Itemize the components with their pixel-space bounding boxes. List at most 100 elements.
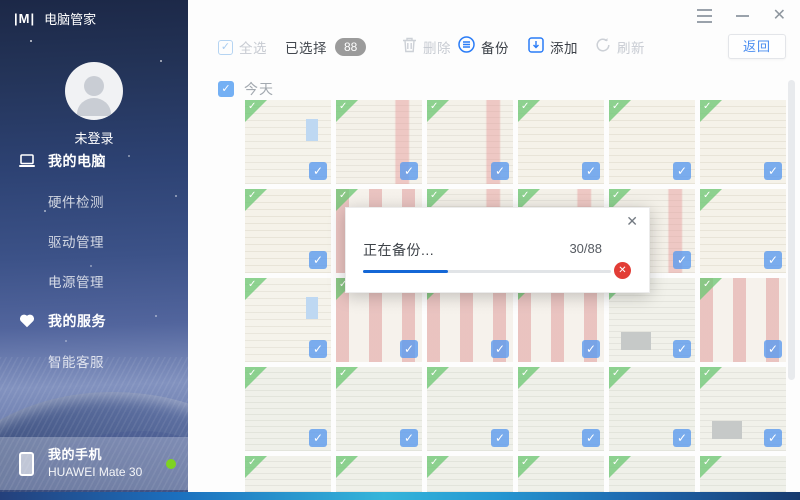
thumbnail-checkbox[interactable]: ✓ xyxy=(764,340,782,358)
sidebar-item-label: 驱动管理 xyxy=(48,235,104,250)
sidebar-item-label: 我的服务 xyxy=(48,313,106,329)
dialog-close-icon[interactable]: ✕ xyxy=(626,213,638,230)
thumbnail-checkbox[interactable]: ✓ xyxy=(400,340,418,358)
sidebar-item-my-computer[interactable]: 我的电脑 xyxy=(0,141,188,181)
scrollbar-thumb[interactable] xyxy=(788,80,795,380)
photo-thumbnail[interactable]: ✓✓ xyxy=(427,367,513,451)
sidebar-item-hardware-check[interactable]: 硬件检测 xyxy=(0,181,188,221)
synced-check-icon: ✓ xyxy=(430,368,439,379)
sidebar-item-label: 硬件检测 xyxy=(48,195,104,210)
backup-button[interactable]: 备份 xyxy=(458,30,509,64)
synced-check-icon: ✓ xyxy=(339,101,348,112)
add-button[interactable]: 添加 xyxy=(528,30,578,64)
synced-check-icon: ✓ xyxy=(521,190,530,201)
thumbnail-checkbox[interactable]: ✓ xyxy=(309,251,327,269)
synced-check-icon: ✓ xyxy=(248,457,257,468)
selected-count-badge: 88 xyxy=(335,38,367,56)
thumbnail-checkbox[interactable]: ✓ xyxy=(400,162,418,180)
user-silhouette-icon xyxy=(77,76,111,116)
sidebar-item-label: 智能客服 xyxy=(48,355,104,370)
synced-check-icon: ✓ xyxy=(339,190,348,201)
selected-counter: 已选择 88 xyxy=(285,30,367,64)
synced-check-icon: ✓ xyxy=(521,368,530,379)
device-section-title: 我的手机 xyxy=(48,447,103,462)
photo-thumbnail[interactable]: ✓✓ xyxy=(245,100,331,184)
delete-label: 删除 xyxy=(423,41,451,56)
selected-label: 已选择 xyxy=(285,41,327,56)
backup-label: 备份 xyxy=(481,41,509,56)
backup-progress-count: 30/88 xyxy=(569,241,602,256)
thumbnail-checkbox[interactable]: ✓ xyxy=(582,162,600,180)
photo-thumbnail[interactable]: ✓✓ xyxy=(609,367,695,451)
select-all-button[interactable]: ✓ 全选 xyxy=(218,30,267,64)
thumbnail-checkbox[interactable]: ✓ xyxy=(582,429,600,447)
thumbnail-checkbox[interactable]: ✓ xyxy=(400,429,418,447)
minimize-icon[interactable] xyxy=(735,15,749,17)
thumbnail-checkbox[interactable]: ✓ xyxy=(309,429,327,447)
thumbnail-checkbox[interactable]: ✓ xyxy=(673,429,691,447)
synced-check-icon: ✓ xyxy=(612,190,621,201)
synced-check-icon: ✓ xyxy=(521,101,530,112)
add-label: 添加 xyxy=(550,41,578,56)
device-name: HUAWEI Mate 30 xyxy=(48,465,143,479)
refresh-icon xyxy=(595,37,611,58)
synced-check-icon: ✓ xyxy=(703,368,712,379)
photo-thumbnail[interactable]: ✓✓ xyxy=(336,367,422,451)
app-logo-icon: |M| xyxy=(14,11,36,26)
thumbnail-checkbox[interactable]: ✓ xyxy=(491,162,509,180)
backup-icon xyxy=(458,36,475,58)
thumbnail-checkbox[interactable]: ✓ xyxy=(582,340,600,358)
synced-check-icon: ✓ xyxy=(521,457,530,468)
phone-icon xyxy=(19,452,34,476)
synced-check-icon: ✓ xyxy=(612,368,621,379)
avatar[interactable] xyxy=(65,62,123,120)
photo-thumbnail[interactable]: ✓✓ xyxy=(700,100,786,184)
thumbnail-checkbox[interactable]: ✓ xyxy=(673,251,691,269)
thumbnail-checkbox[interactable]: ✓ xyxy=(309,340,327,358)
thumbnail-checkbox[interactable]: ✓ xyxy=(764,429,782,447)
sidebar-item-my-services[interactable]: 我的服务 xyxy=(0,301,188,341)
menu-icon[interactable] xyxy=(696,7,712,25)
thumbnail-checkbox[interactable]: ✓ xyxy=(491,429,509,447)
photo-thumbnail[interactable]: ✓✓ xyxy=(245,189,331,273)
photo-thumbnail[interactable]: ✓✓ xyxy=(700,189,786,273)
sidebar: |M| 电脑管家 未登录 我的电脑 硬件检测 驱动管理 电源管理 我的服务 智能… xyxy=(0,0,188,492)
synced-check-icon: ✓ xyxy=(248,190,257,201)
photo-thumbnail[interactable]: ✓✓ xyxy=(518,367,604,451)
sidebar-menu: 我的电脑 硬件检测 驱动管理 电源管理 我的服务 智能客服 xyxy=(0,141,188,381)
sidebar-item-driver-management[interactable]: 驱动管理 xyxy=(0,221,188,261)
date-group-header: ✓ 今天 xyxy=(218,79,274,99)
photo-thumbnail[interactable]: ✓✓ xyxy=(609,100,695,184)
backup-status-text: 正在备份... xyxy=(363,242,435,258)
synced-check-icon: ✓ xyxy=(339,368,348,379)
synced-check-icon: ✓ xyxy=(612,457,621,468)
group-checkbox[interactable]: ✓ xyxy=(218,81,234,97)
cancel-backup-button[interactable]: ✕ xyxy=(614,262,631,279)
synced-check-icon: ✓ xyxy=(430,101,439,112)
photo-thumbnail[interactable]: ✓✓ xyxy=(245,367,331,451)
photo-thumbnail[interactable]: ✓✓ xyxy=(427,100,513,184)
add-import-icon xyxy=(528,36,544,58)
refresh-button[interactable]: 刷新 xyxy=(595,30,645,64)
close-icon[interactable]: ✕ xyxy=(773,8,786,24)
refresh-label: 刷新 xyxy=(617,41,645,56)
thumbnail-checkbox[interactable]: ✓ xyxy=(764,162,782,180)
sidebar-item-smart-support[interactable]: 智能客服 xyxy=(0,341,188,381)
sidebar-item-power-management[interactable]: 电源管理 xyxy=(0,261,188,301)
photo-thumbnail[interactable]: ✓✓ xyxy=(700,367,786,451)
thumbnail-checkbox[interactable]: ✓ xyxy=(309,162,327,180)
app-titlebar: |M| 电脑管家 xyxy=(14,9,96,28)
photo-thumbnail[interactable]: ✓✓ xyxy=(518,100,604,184)
photo-thumbnail[interactable]: ✓✓ xyxy=(336,100,422,184)
backup-progress-bar xyxy=(363,270,611,273)
thumbnail-checkbox[interactable]: ✓ xyxy=(764,251,782,269)
thumbnail-checkbox[interactable]: ✓ xyxy=(673,162,691,180)
thumbnail-checkbox[interactable]: ✓ xyxy=(673,340,691,358)
photo-thumbnail[interactable]: ✓✓ xyxy=(700,278,786,362)
photo-thumbnail[interactable]: ✓✓ xyxy=(245,278,331,362)
back-button[interactable]: 返回 xyxy=(728,34,786,59)
sidebar-item-my-phone[interactable]: 我的手机 HUAWEI Mate 30 xyxy=(0,437,188,490)
synced-check-icon: ✓ xyxy=(703,190,712,201)
thumbnail-checkbox[interactable]: ✓ xyxy=(491,340,509,358)
delete-button[interactable]: 删除 xyxy=(402,30,451,64)
